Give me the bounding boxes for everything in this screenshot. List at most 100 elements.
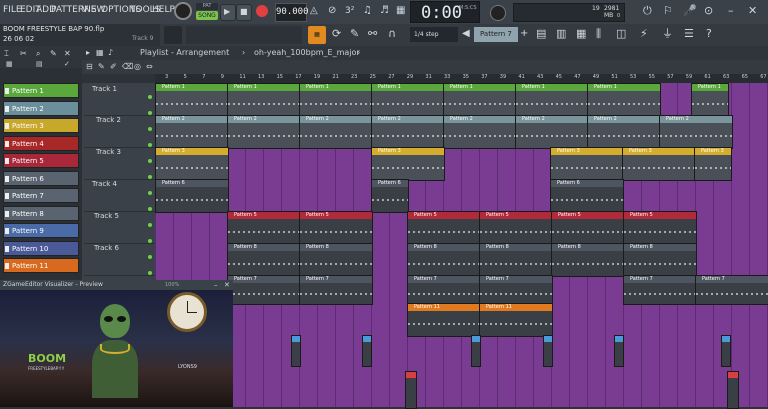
eraser-icon[interactable]: ⌫: [122, 62, 133, 71]
track-name[interactable]: Track 1: [92, 85, 117, 93]
pattern-clip[interactable]: Pattern 8: [623, 243, 697, 277]
pattern-clip[interactable]: Pattern 5: [299, 211, 373, 245]
news-icon[interactable]: ⊙: [704, 4, 713, 18]
brush-icon[interactable]: ✎: [50, 49, 57, 58]
search-icon[interactable]: ⌕: [36, 49, 40, 59]
sort-icon[interactable]: ▤: [36, 60, 43, 68]
song-mode-button[interactable]: SONG: [196, 11, 218, 20]
pattern-9-clip[interactable]: [471, 335, 481, 367]
playlist-note-icon[interactable]: ♪: [108, 48, 113, 57]
pattern-clip[interactable]: Pattern 6: [155, 179, 229, 213]
loop-record-icon[interactable]: ⊘: [328, 4, 336, 18]
pattern-clip[interactable]: Pattern 2: [659, 115, 733, 149]
browser-icon[interactable]: ◫: [616, 27, 626, 41]
snap-icon[interactable]: ⊟: [86, 62, 93, 71]
add-pattern-icon[interactable]: +: [520, 27, 528, 41]
tempo-tap-icon[interactable]: ☰: [684, 27, 694, 41]
online-icon[interactable]: ⚐: [663, 4, 673, 18]
pattern-clip[interactable]: Pattern 2: [299, 115, 373, 149]
pattern-clip[interactable]: Pattern 2: [155, 115, 229, 149]
track-name[interactable]: Track 5: [94, 212, 119, 220]
stop-button[interactable]: ■: [236, 4, 252, 21]
pattern-clip[interactable]: Pattern 3: [694, 147, 732, 181]
magnet-icon[interactable]: ∩: [388, 27, 396, 41]
filter-icon[interactable]: ⌶: [4, 49, 9, 59]
track-name[interactable]: Track 2: [96, 116, 121, 124]
playlist-menu-icon[interactable]: ▸: [86, 48, 90, 57]
pattern-9-clip[interactable]: [614, 335, 624, 367]
channel-pattern[interactable]: Pattern 8: [3, 205, 79, 221]
pattern-clip[interactable]: Pattern 6: [550, 179, 624, 213]
pattern-10-clip[interactable]: [727, 371, 739, 409]
channel-pattern[interactable]: Pattern 7: [3, 188, 79, 203]
track-name[interactable]: Track 4: [92, 180, 117, 188]
track-enable-icon[interactable]: [148, 223, 152, 227]
render-icon[interactable]: ⏚: [662, 27, 673, 41]
countdown-icon[interactable]: 3²: [345, 4, 354, 18]
pattern-clip[interactable]: Pattern 2: [443, 115, 517, 149]
pattern-clip[interactable]: Pattern 1: [299, 83, 373, 117]
paint-icon[interactable]: ✐: [110, 62, 117, 71]
pattern-clip[interactable]: Pattern 1: [515, 83, 589, 117]
channel-pattern[interactable]: Pattern 4: [3, 135, 79, 151]
settings-icon[interactable]: ✓: [64, 60, 70, 68]
piano-roll-icon[interactable]: ▥: [556, 27, 566, 41]
play-button[interactable]: ▶: [220, 4, 236, 21]
pattern-clip[interactable]: Pattern 1: [587, 83, 661, 117]
pattern-clip[interactable]: Pattern 7: [299, 275, 373, 305]
draw-icon[interactable]: ✎: [350, 27, 359, 41]
slip-icon[interactable]: ⇔: [146, 62, 153, 71]
pattern-select[interactable]: Pattern 7: [474, 27, 518, 42]
arrangement-menu-icon[interactable]: ›: [357, 48, 360, 57]
menu-help[interactable]: HELP: [152, 5, 175, 15]
arrangement-name[interactable]: oh-yeah_100bpm_E_major: [254, 48, 360, 57]
pattern-clip[interactable]: Pattern 5: [623, 211, 697, 245]
menu-file[interactable]: FILE: [3, 5, 22, 15]
step-edit-icon[interactable]: ♫: [363, 4, 372, 18]
scissors-icon[interactable]: ✂: [20, 49, 27, 58]
pattern-clip[interactable]: Pattern 7: [623, 275, 697, 305]
snap-select[interactable]: 1/4 step: [410, 27, 458, 42]
playlist-grid-icon[interactable]: ▦: [96, 48, 104, 57]
pattern-clip[interactable]: Pattern 8: [407, 243, 481, 277]
pattern-clip[interactable]: Pattern 3: [550, 147, 624, 181]
channel-pattern[interactable]: Pattern 9: [3, 223, 79, 238]
pencil-icon[interactable]: ✎: [98, 62, 105, 71]
pattern-9-clip[interactable]: [362, 335, 372, 367]
pattern-9-clip[interactable]: [543, 335, 553, 367]
pattern-clip[interactable]: Pattern 1: [155, 83, 229, 117]
close-icon[interactable]: ✕: [748, 4, 757, 18]
pattern-clip[interactable]: Pattern 1: [227, 83, 301, 117]
track-enable-icon[interactable]: [148, 191, 152, 195]
pattern-clip[interactable]: Pattern 5: [551, 211, 625, 245]
cpu-icon[interactable]: ⏻: [643, 4, 652, 18]
pattern-clip[interactable]: Pattern 11: [407, 303, 481, 337]
pattern-clip[interactable]: Pattern 1: [691, 83, 729, 117]
channel-pattern[interactable]: Pattern 10: [3, 240, 79, 256]
pattern-clip[interactable]: Pattern 7: [407, 275, 481, 305]
master-volume-knob[interactable]: [174, 2, 192, 20]
pattern-clip[interactable]: Pattern 3: [622, 147, 696, 181]
pattern-clip[interactable]: Pattern 2: [227, 115, 301, 149]
preview-close-icon[interactable]: ✕: [224, 280, 230, 290]
chevron-left-icon[interactable]: ◀: [462, 27, 470, 41]
timeline-ruler[interactable]: 3 5 7 9 11 13 15 17 19 21 23 25 27 29 31 33 35 37 39 41 43 45…: [155, 74, 768, 83]
metronome-icon[interactable]: ◬: [310, 4, 318, 18]
pattern-clip[interactable]: Pattern 1: [443, 83, 517, 117]
pattern-clip[interactable]: Pattern 5: [227, 211, 301, 245]
pattern-clip[interactable]: Pattern 2: [587, 115, 661, 149]
channel-pattern[interactable]: Pattern 5: [3, 153, 79, 168]
pattern-clip[interactable]: Pattern 8: [227, 243, 301, 277]
track-enable-icon[interactable]: [148, 159, 152, 163]
master-pitch-knob[interactable]: [490, 5, 506, 21]
microphone-icon[interactable]: 🎤: [683, 4, 697, 18]
typing-keyboard-icon[interactable]: ▦: [396, 4, 405, 18]
channel-pattern[interactable]: Pattern 11: [3, 258, 79, 273]
pattern-clip[interactable]: Pattern 5: [479, 211, 553, 245]
pattern-clip[interactable]: Pattern 2: [515, 115, 589, 149]
pattern-9-clip[interactable]: [721, 335, 731, 367]
pattern-9-clip[interactable]: [291, 335, 301, 367]
track-name[interactable]: Track 3: [96, 148, 121, 156]
channel-pattern[interactable]: Pattern 1: [3, 83, 79, 98]
pattern-clip[interactable]: Pattern 8: [479, 243, 553, 277]
